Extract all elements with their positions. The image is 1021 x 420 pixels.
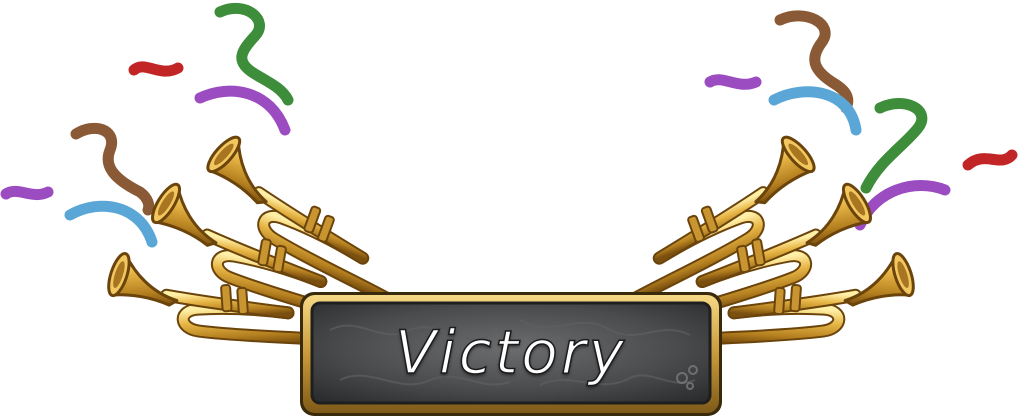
confetti-icon: [962, 149, 1018, 171]
confetti-icon: [860, 98, 928, 194]
confetti-icon: [64, 200, 158, 248]
confetti-icon: [704, 74, 762, 90]
confetti-icon: [70, 122, 155, 216]
victory-banner: Victory: [0, 0, 1021, 420]
confetti-icon: [194, 85, 291, 136]
confetti-left: [0, 2, 294, 248]
confetti-icon: [0, 185, 54, 201]
confetti-icon: [128, 61, 184, 77]
confetti-icon: [854, 180, 951, 231]
victory-plaque: [300, 292, 722, 416]
